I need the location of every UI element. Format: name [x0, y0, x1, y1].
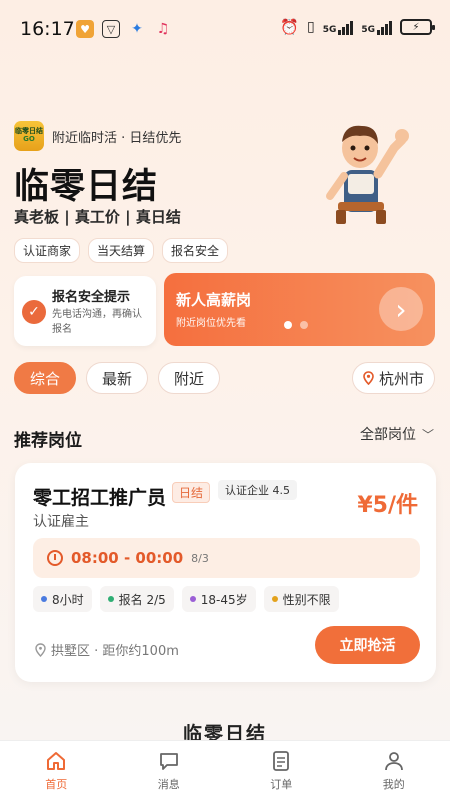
tag-safe: 报名安全 [162, 238, 229, 263]
feature-tags: 认证商家 当天结算 报名安全 [14, 238, 229, 263]
chip-label: 报名 2/5 [118, 592, 166, 607]
brand-tagline: 附近临时活 · 日结优先 [52, 130, 182, 146]
chevron-down-icon: ﹀ [421, 427, 434, 442]
app-logo: 临零日结 GO [14, 121, 44, 151]
tab-label: 消息 [157, 778, 180, 791]
status-bar: 16:17 ♥ ▽ ✦ ♫ ⏰ ▯ 5G 5G ⚡ [0, 0, 450, 60]
all-jobs-dropdown[interactable]: 全部岗位 ﹀ [360, 424, 434, 444]
work-hours: 08:00 - 00:00 [71, 549, 184, 567]
tab-profile[interactable]: 我的 [338, 741, 450, 800]
vibrate-icon: ▯ [306, 19, 315, 35]
notification-icons: ♥ ▽ ✦ ♫ [76, 20, 172, 38]
battery-icon: ⚡ [400, 19, 435, 35]
tab-messages[interactable]: 消息 [113, 741, 226, 800]
filter-tabs: 综合 最新 附近 [14, 362, 221, 394]
music-icon: ♫ [156, 21, 170, 37]
alarm-icon: ⏰ [280, 18, 299, 36]
job-attributes: 8小时 报名 2/5 18-45岁 性别不限 [33, 586, 339, 612]
tab-label: 我的 [382, 778, 405, 791]
brand-row: 临零日结 GO 附近临时活 · 日结优先 [14, 121, 181, 151]
location-pin-icon [35, 642, 46, 657]
profile-icon [384, 752, 403, 771]
check-icon: ✓ [22, 300, 46, 324]
city-label: 杭州市 [378, 369, 424, 388]
tab-comprehensive[interactable]: 综合 [14, 362, 77, 394]
network-label-2: 5G [361, 25, 375, 35]
app-notification-icon: ♥ [76, 20, 94, 38]
network-label: 5G [322, 25, 337, 35]
dot-icon [41, 596, 47, 602]
tag-same-day: 当天结算 [88, 238, 155, 263]
attr-gender: 性别不限 [263, 586, 339, 612]
tab-label: 首页 [45, 778, 68, 791]
job-location: 拱墅区 · 距你约100m [35, 640, 179, 659]
worker-mascot [326, 125, 409, 224]
page-subtitle: 真老板 | 真工价 | 真日结 [14, 208, 181, 226]
attr-age: 18-45岁 [181, 586, 256, 612]
logo-subtext: GO [23, 135, 35, 143]
work-date: 8/3 [191, 551, 209, 565]
home-icon [47, 752, 66, 770]
tag-certified: 认证商家 [14, 238, 81, 263]
tab-nearby[interactable]: 附近 [158, 362, 221, 394]
dot-icon [189, 596, 196, 602]
page-title: 临零日结 [14, 167, 159, 207]
tab-home[interactable]: 首页 [0, 741, 113, 800]
chip-label: 8小时 [52, 592, 84, 607]
section-title: 推荐岗位 [14, 431, 82, 451]
tab-label: 订单 [270, 778, 293, 791]
location-text: 拱墅区 · 距你约100m [51, 644, 179, 659]
status-time: 16:17 [20, 18, 75, 40]
message-icon [159, 753, 178, 770]
clock-icon [47, 550, 63, 566]
location-pin-icon [363, 371, 374, 385]
signal-icon: 5G [323, 19, 354, 35]
system-status-icons: ⏰ ▯ 5G 5G ⚡ [280, 18, 435, 36]
dot-icon [107, 596, 114, 602]
job-price: ¥5/件 [357, 493, 418, 518]
bottom-tab-bar: 首页 消息 订单 我的 [0, 740, 450, 800]
chip-label: 性别不限 [282, 592, 331, 607]
safety-tip-card[interactable]: ✓ 报名安全提示 先电话沟通，再确认报名 [14, 276, 156, 346]
order-icon [273, 751, 290, 771]
promo-banner[interactable]: 新人高薪岗 附近岗位优先看 › [164, 273, 435, 346]
bird-icon: ✦ [131, 21, 143, 37]
job-title: 零工招工推广员 [33, 487, 167, 509]
work-time: 08:00 - 00:00 8/3 [33, 538, 420, 578]
job-employer: 认证雇主 [33, 514, 89, 530]
attr-signups: 报名 2/5 [99, 586, 174, 612]
chip-label: 18-45岁 [200, 592, 248, 607]
carousel-dot[interactable] [284, 321, 292, 329]
chevron-right-icon[interactable]: › [379, 287, 423, 331]
tab-latest[interactable]: 最新 [86, 362, 149, 394]
carousel-dots [284, 321, 308, 329]
certified-badge: 认证企业 4.5 [218, 480, 297, 500]
daily-pay-badge: 日结 [172, 482, 211, 503]
grab-job-button[interactable]: 立即抢活 [315, 626, 420, 664]
safety-title: 报名安全提示 [52, 290, 131, 305]
dot-icon [271, 596, 278, 602]
signal-icon-2: 5G [361, 19, 392, 35]
all-jobs-label: 全部岗位 [359, 427, 416, 443]
job-card[interactable]: 零工招工推广员 日结 认证企业 4.5 认证雇主 ¥5/件 08:00 - 00… [15, 463, 436, 682]
attr-duration: 8小时 [33, 586, 92, 612]
tab-orders[interactable]: 订单 [225, 741, 338, 800]
safety-desc: 先电话沟通，再确认报名 [52, 309, 142, 335]
carousel-dot[interactable] [300, 321, 308, 329]
city-selector[interactable]: 杭州市 [351, 362, 435, 394]
shield-icon: ▽ [102, 20, 120, 38]
